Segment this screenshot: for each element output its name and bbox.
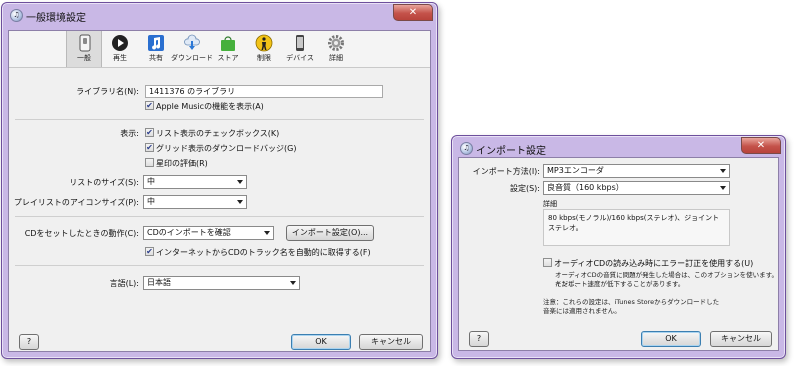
window-client-area: 一般 再生 共有 ダウンロード ストア 制限 デバイス 詳細 ライブラリ名(N)… [8, 30, 431, 352]
window-title: 一般環境設定 [26, 13, 86, 24]
general-preferences-window: ♫ 一般環境設定 ✕ 一般 再生 共有 ダウンロード ストア 制限 デバイス 詳… [1, 2, 438, 359]
cd-insert-select[interactable]: CDのインポートを確認 [143, 226, 274, 240]
playlist-icon-size-select[interactable]: 中 [143, 195, 247, 209]
tab-label: 詳細 [329, 54, 343, 62]
import-using-value: MP3エンコーダ [547, 166, 604, 175]
list-checkbox-row[interactable]: ✔ リスト表示のチェックボックス(K) [145, 128, 279, 140]
chevron-down-icon [237, 180, 243, 184]
cancel-button[interactable]: キャンセル [359, 334, 423, 350]
note-line-1: 注意：これらの設定は、iTunes Storeからダウンロードした [543, 298, 720, 306]
play-icon [112, 35, 128, 51]
window-title: インポート設定 [476, 146, 546, 157]
ok-button[interactable]: OK [291, 334, 351, 350]
playlist-icon-size-value: 中 [147, 197, 155, 206]
setting-select[interactable]: 良音質（160 kbps） [543, 181, 730, 195]
list-view-checkbox-label: リスト表示のチェックボックス(K) [156, 129, 280, 138]
apple-music-checkbox-row[interactable]: ✔ Apple Musicの機能を表示(A) [145, 101, 264, 113]
shopping-bag-icon [221, 36, 235, 51]
library-name-input[interactable]: 1411376 のライブラリ [145, 85, 383, 98]
cd-insert-label: CDをセットしたときの動作(C): [24, 229, 139, 238]
star-rating-label: 星印の評価(R) [156, 159, 208, 168]
chevron-down-icon [237, 200, 243, 204]
star-rating-row[interactable]: 星印の評価(R) [145, 158, 208, 170]
help-button[interactable]: ? [469, 331, 489, 347]
help-button[interactable]: ? [19, 334, 39, 350]
error-correction-note-line-2: インポート速度が低下することがあります。 [555, 280, 685, 288]
language-value: 日本語 [147, 278, 171, 287]
details-text-content: 80 kbps(モノラル)/160 kbps(ステレオ)、ジョイントステレオ。 [548, 214, 720, 232]
grid-download-badge-label: グリッド表示のダウンロードバッジ(G) [156, 144, 297, 153]
error-correction-row[interactable]: オーディオCDの読み込み時にエラー訂正を使用する(U) [543, 258, 753, 270]
list-view-checkbox[interactable]: ✔ [145, 128, 154, 137]
list-size-label: リストのサイズ(S): [69, 178, 139, 187]
music-note-icon [148, 35, 164, 51]
list-size-select[interactable]: 中 [143, 175, 247, 189]
separator [15, 265, 424, 266]
list-size-value: 中 [147, 177, 155, 186]
details-text: 80 kbps(モノラル)/160 kbps(ステレオ)、ジョイントステレオ。 [543, 209, 730, 246]
device-icon [296, 35, 304, 51]
error-correction-checkbox[interactable] [543, 258, 552, 267]
cd-insert-value: CDのインポートを確認 [147, 228, 231, 237]
playlist-icon-size-label: プレイリストのアイコンサイズ(P): [13, 198, 139, 207]
grid-download-badge-checkbox[interactable]: ✔ [145, 143, 154, 152]
import-settings-window: ♫ インポート設定 ✕ インポート方法(I): MP3エンコーダ 設定(S): … [451, 135, 786, 359]
note-line-2: 音楽には適用されません。 [543, 307, 621, 315]
itunes-app-icon: ♫ [460, 142, 473, 155]
chevron-down-icon [264, 231, 270, 235]
chevron-down-icon [720, 186, 726, 190]
apple-music-label: Apple Musicの機能を表示(A) [156, 102, 264, 111]
auto-track-names-row[interactable]: ✔ インターネットからCDのトラック名を自動的に取得する(F) [145, 247, 371, 259]
parental-restriction-icon [255, 34, 273, 52]
star-rating-checkbox[interactable] [145, 158, 154, 167]
grid-badge-row[interactable]: ✔ グリッド表示のダウンロードバッジ(G) [145, 143, 296, 155]
close-button[interactable]: ✕ [393, 4, 433, 21]
cancel-button[interactable]: キャンセル [710, 331, 772, 347]
tab-advanced[interactable]: 詳細 [318, 31, 354, 67]
separator [15, 119, 424, 120]
auto-track-names-checkbox[interactable]: ✔ [145, 247, 154, 256]
gear-icon [328, 35, 344, 51]
language-select[interactable]: 日本語 [143, 276, 300, 290]
title-bar[interactable]: ♫ 一般環境設定 ✕ [2, 3, 437, 27]
setting-value: 良音質（160 kbps） [547, 183, 624, 192]
chevron-down-icon [720, 169, 726, 173]
itunes-app-icon: ♫ [10, 9, 23, 22]
auto-track-names-label: インターネットからCDのトラック名を自動的に取得する(F) [156, 248, 371, 257]
chevron-down-icon [290, 281, 296, 285]
ok-button[interactable]: OK [641, 331, 701, 347]
details-label: 詳細 [543, 200, 557, 208]
import-settings-button[interactable]: インポート設定(O)... [286, 225, 374, 241]
import-using-label: インポート方法(I): [472, 167, 540, 176]
import-using-select[interactable]: MP3エンコーダ [543, 164, 730, 178]
display-label: 表示: [120, 129, 139, 138]
error-correction-label: オーディオCDの読み込み時にエラー訂正を使用する(U) [554, 259, 754, 268]
close-button[interactable]: ✕ [741, 137, 781, 154]
separator [15, 216, 424, 217]
language-label: 言語(L): [109, 279, 139, 288]
window-client-area: インポート方法(I): MP3エンコーダ 設定(S): 良音質（160 kbps… [458, 157, 779, 351]
setting-label: 設定(S): [509, 184, 540, 193]
general-switch-icon [79, 34, 91, 52]
apple-music-checkbox[interactable]: ✔ [145, 101, 154, 110]
cloud-download-icon [184, 34, 200, 50]
preferences-toolbar: 一般 再生 共有 ダウンロード ストア 制限 デバイス 詳細 [9, 31, 430, 68]
library-name-label: ライブラリ名(N): [76, 87, 139, 96]
